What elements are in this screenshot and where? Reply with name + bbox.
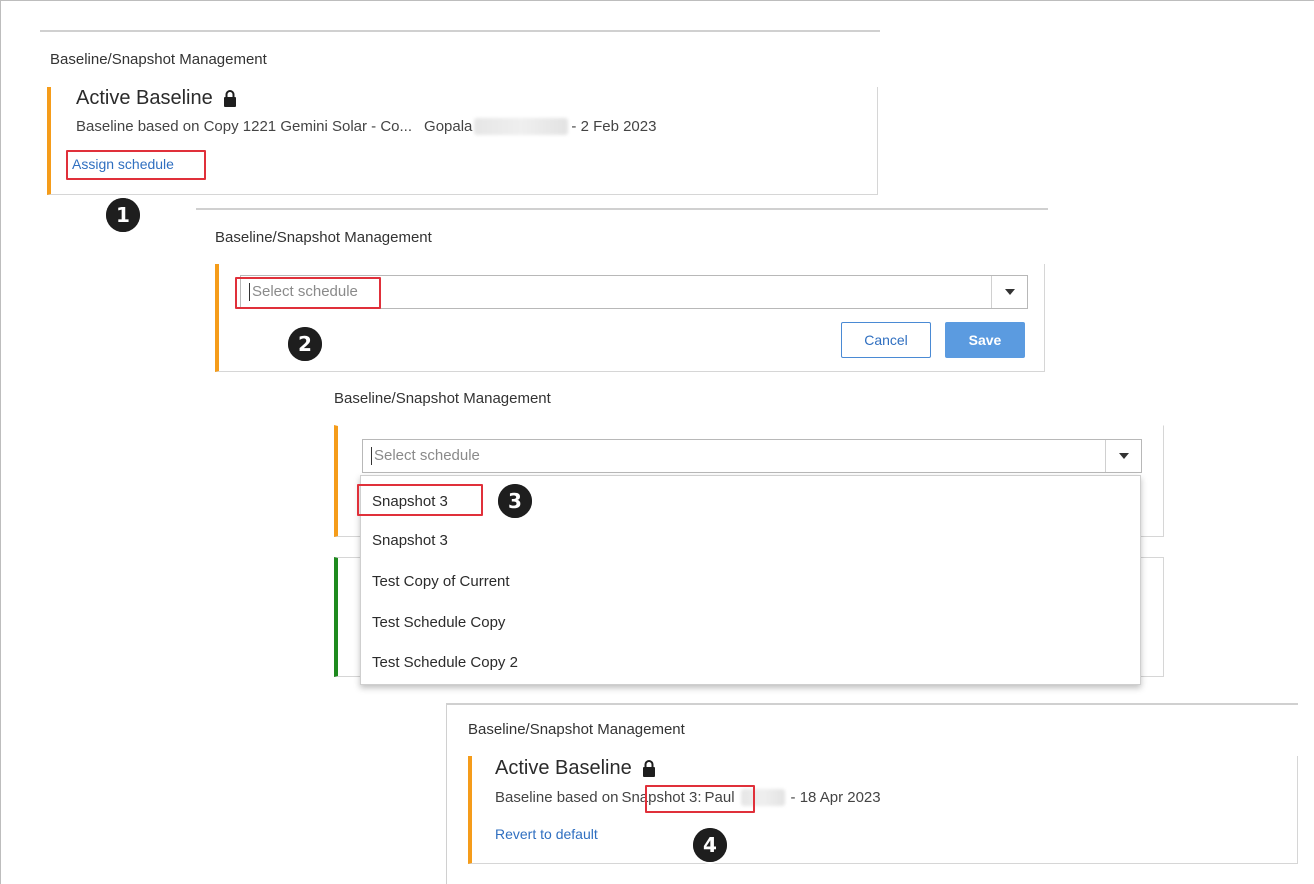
step-4-badge: 4 — [693, 828, 727, 862]
step-1-badge: 1 — [106, 198, 140, 232]
frame-border-left — [0, 0, 1, 884]
panel4-baseline-prefix: Baseline based on — [495, 789, 619, 806]
panel4-baseline-description: Baseline based on Snapshot 3: Paul - 18 … — [495, 789, 881, 806]
frame-border-top — [0, 0, 1314, 1]
save-button[interactable]: Save — [945, 322, 1025, 358]
panel1-heading: Active Baseline — [76, 87, 239, 110]
panel1-title: Baseline/Snapshot Management — [50, 51, 267, 68]
panel4-snapshot-name: Snapshot 3: — [621, 789, 702, 806]
dropdown-option-snapshot-3-alt[interactable]: Snapshot 3 — [372, 532, 448, 549]
panel4-redacted-name — [740, 789, 785, 806]
dropdown-option-snapshot-3[interactable]: Snapshot 3 — [372, 493, 448, 510]
panel4-date: - 18 Apr 2023 — [790, 789, 881, 806]
panel1-redacted-name — [474, 118, 569, 135]
panel4-user-name: Paul — [704, 789, 735, 806]
assign-schedule-link[interactable]: Assign schedule — [72, 156, 174, 172]
schedule-dropdown-list: Snapshot 3 Snapshot 3 Test Copy of Curre… — [360, 475, 1141, 685]
panel3-schedule-select[interactable]: Select schedule — [362, 439, 1142, 473]
panel4-heading-text: Active Baseline — [495, 757, 632, 779]
panel4-divider — [446, 703, 1298, 705]
chevron-down-icon[interactable] — [1105, 440, 1141, 472]
panel1-heading-text: Active Baseline — [76, 87, 213, 109]
panel1-baseline-description: Baseline based on Copy 1221 Gemini Solar… — [76, 118, 656, 135]
panel4-active-baseline-card: Active Baseline Baseline based on Snapsh… — [468, 756, 1298, 864]
panel3-title: Baseline/Snapshot Management — [334, 390, 551, 407]
panel3-select-placeholder: Select schedule — [371, 447, 1105, 465]
panel2-schedule-select[interactable]: Select schedule — [240, 275, 1028, 309]
panel4-title: Baseline/Snapshot Management — [468, 721, 685, 738]
panel1-active-baseline-card: Active Baseline Baseline based on Copy 1… — [47, 87, 878, 195]
panel1-date: - 2 Feb 2023 — [571, 118, 657, 135]
cancel-button[interactable]: Cancel — [841, 322, 931, 358]
revert-to-default-link[interactable]: Revert to default — [495, 826, 598, 842]
step-3-badge: 3 — [498, 484, 532, 518]
panel4-heading: Active Baseline — [495, 757, 658, 780]
step-2-badge: 2 — [288, 327, 322, 361]
panel1-baseline-source: Baseline based on Copy 1221 Gemini Solar… — [76, 118, 413, 135]
panel2-title: Baseline/Snapshot Management — [215, 229, 432, 246]
panel1-user-name: Gopala — [424, 118, 473, 135]
dropdown-option-test-copy-of-current[interactable]: Test Copy of Current — [372, 573, 510, 590]
panel2-assign-card: Select schedule Cancel Save — [215, 264, 1045, 372]
panel2-select-placeholder: Select schedule — [249, 283, 991, 301]
panel4-left-edge — [446, 703, 447, 884]
panel2-divider — [196, 208, 1048, 210]
lock-icon — [223, 89, 239, 108]
dropdown-option-test-schedule-copy-2[interactable]: Test Schedule Copy 2 — [372, 654, 518, 671]
chevron-down-icon[interactable] — [991, 276, 1027, 308]
dropdown-option-test-schedule-copy[interactable]: Test Schedule Copy — [372, 614, 505, 631]
lock-icon — [642, 759, 658, 778]
panel1-divider — [40, 30, 880, 32]
